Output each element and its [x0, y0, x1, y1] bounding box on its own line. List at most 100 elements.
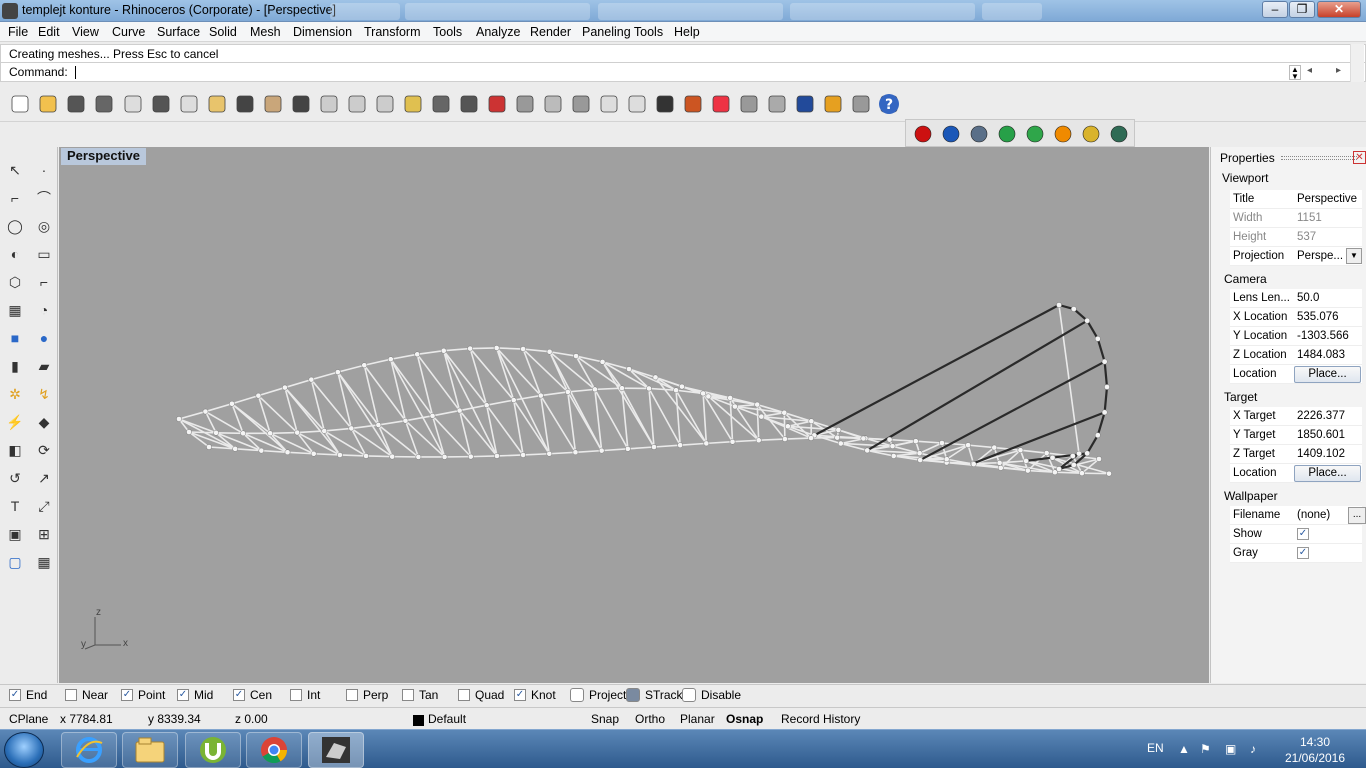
prop-row-lens-len-[interactable]: Lens Len... 50.0 — [1230, 289, 1362, 308]
command-spinner[interactable]: ▲ ▼ — [1289, 65, 1301, 81]
prop-value[interactable]: 1484.083 — [1297, 349, 1345, 361]
menu-edit[interactable]: Edit — [38, 25, 60, 39]
box-wireframe-icon[interactable] — [969, 124, 989, 144]
cylinder-icon[interactable]: ▮ — [4, 355, 26, 377]
offset-icon[interactable]: ⟳ — [33, 439, 55, 461]
checkbox[interactable]: ✓ — [177, 689, 189, 701]
explode-icon[interactable]: ↯ — [33, 383, 55, 405]
sphere-mesh-icon[interactable] — [766, 93, 788, 115]
layer-color-swatch[interactable] — [413, 715, 424, 726]
zoom-window-icon[interactable] — [318, 93, 340, 115]
prop-value[interactable]: -1303.566 — [1297, 330, 1349, 342]
checkbox[interactable]: ✓ — [9, 689, 21, 701]
menu-help[interactable]: Help — [674, 25, 700, 39]
blue-render-sphere-icon[interactable] — [941, 124, 961, 144]
grid-icon[interactable]: ▦ — [33, 551, 55, 573]
cone-icon[interactable] — [1053, 124, 1073, 144]
menu-view[interactable]: View — [72, 25, 99, 39]
prop-row-filename[interactable]: Filename (none)... — [1230, 506, 1366, 525]
menu-mesh[interactable]: Mesh — [250, 25, 281, 39]
prop-value[interactable]: 1409.102 — [1297, 448, 1345, 460]
osnap-mid[interactable]: ✓ Mid — [177, 688, 213, 702]
osnap-tan[interactable]: Tan — [402, 688, 438, 702]
solid-tools-icon[interactable]: ◧ — [4, 439, 26, 461]
light-bulb-icon[interactable] — [598, 93, 620, 115]
menu-dimension[interactable]: Dimension — [293, 25, 352, 39]
osnap-knot[interactable]: ✓ Knot — [514, 688, 556, 702]
help-icon[interactable]: ? — [878, 93, 900, 115]
light-icon[interactable] — [626, 93, 648, 115]
block-icon[interactable]: ▣ — [4, 523, 26, 545]
osnap-int[interactable]: Int — [290, 688, 320, 702]
arrow-left-icon[interactable]: ◂ — [1307, 65, 1312, 76]
checkbox[interactable] — [402, 689, 414, 701]
menu-solid[interactable]: Solid — [209, 25, 237, 39]
language-indicator[interactable]: EN — [1147, 741, 1164, 755]
checkbox[interactable]: ✓ — [514, 689, 526, 701]
record-history-toggle[interactable]: Record History — [781, 712, 860, 726]
prop-value[interactable]: Perspe... — [1297, 250, 1343, 262]
menu-transform[interactable]: Transform — [364, 25, 421, 39]
checkbox[interactable] — [570, 688, 584, 702]
checkbox[interactable] — [458, 689, 470, 701]
gears-icon[interactable]: ✲ — [4, 383, 26, 405]
prop-row-projection[interactable]: Projection Perspe... ▼ — [1230, 247, 1362, 266]
text-icon[interactable]: T — [4, 495, 26, 517]
truss-model[interactable] — [59, 147, 1209, 683]
prop-row-location[interactable]: Location Place... — [1230, 464, 1362, 483]
dimension-icon[interactable]: ⤢ — [33, 495, 55, 517]
sphere-wireframe-icon[interactable] — [738, 93, 760, 115]
prop-value[interactable]: Perspective — [1297, 193, 1357, 205]
status-cplane[interactable]: CPlane — [9, 712, 48, 726]
prop-row-y-target[interactable]: Y Target 1850.601 — [1230, 426, 1362, 445]
system-clock[interactable]: 14:30 21/06/2016 — [1280, 734, 1350, 766]
place-button[interactable]: Place... — [1294, 465, 1361, 482]
checkbox[interactable] — [682, 688, 696, 702]
prop-row-x-target[interactable]: X Target 2226.377 — [1230, 407, 1362, 426]
cut-icon[interactable] — [150, 93, 172, 115]
menu-file[interactable]: File — [8, 25, 28, 39]
green-gem-icon[interactable] — [997, 124, 1017, 144]
material-icon[interactable] — [682, 93, 704, 115]
lock-icon[interactable] — [654, 93, 676, 115]
menu-curve[interactable]: Curve — [112, 25, 145, 39]
perspective-viewport[interactable]: Perspective z y x — [59, 147, 1209, 683]
prop-value[interactable]: 535.076 — [1297, 311, 1339, 323]
osnap-perp[interactable]: Perp — [346, 688, 388, 702]
checkbox[interactable]: ✓ — [121, 689, 133, 701]
grid-plane-icon[interactable] — [514, 93, 536, 115]
prop-row-z-location[interactable]: Z Location 1484.083 — [1230, 346, 1362, 365]
osnap-strack[interactable]: STrack — [626, 688, 683, 702]
pan-icon[interactable] — [262, 93, 284, 115]
polygon-icon[interactable]: ⬡ — [4, 271, 26, 293]
checkbox[interactable] — [346, 689, 358, 701]
surface-from-points-icon[interactable]: ▦ — [4, 299, 26, 321]
prop-value[interactable]: 1850.601 — [1297, 429, 1345, 441]
fillet-curve-icon[interactable]: ⌐ — [33, 271, 55, 293]
import-icon[interactable] — [122, 93, 144, 115]
osnap-end[interactable]: ✓ End — [9, 688, 47, 702]
ellipse-icon[interactable]: ◎ — [33, 215, 55, 237]
print-icon[interactable] — [93, 93, 115, 115]
utorrent-icon[interactable] — [185, 732, 241, 768]
prop-row-title[interactable]: Title Perspective — [1230, 190, 1362, 209]
undo-icon[interactable] — [234, 93, 256, 115]
curve-from-points-icon[interactable]: ⌒ — [33, 187, 55, 209]
menu-paneling-tools[interactable]: Paneling Tools — [582, 25, 663, 39]
osnap-point[interactable]: ✓ Point — [121, 688, 165, 702]
bend-icon[interactable]: ↺ — [4, 467, 26, 489]
polyline-icon[interactable]: ⌐ — [4, 187, 26, 209]
network-icon[interactable]: ▣ — [1225, 742, 1236, 756]
osnap-disable[interactable]: Disable — [682, 688, 741, 702]
chevron-down-icon[interactable]: ▼ — [1346, 248, 1362, 264]
prop-value[interactable]: 50.0 — [1297, 292, 1319, 304]
planar-toggle[interactable]: Planar — [680, 712, 715, 726]
book-icon[interactable] — [1109, 124, 1129, 144]
menu-analyze[interactable]: Analyze — [476, 25, 520, 39]
checkbox[interactable] — [290, 689, 302, 701]
action-center-icon[interactable]: ⚑ — [1200, 742, 1211, 756]
arrow-right-icon[interactable]: ▸ — [1336, 65, 1341, 76]
status-layer[interactable]: Default — [428, 712, 466, 726]
osnap-icon[interactable] — [570, 93, 592, 115]
panel-grip[interactable] — [1281, 156, 1357, 160]
